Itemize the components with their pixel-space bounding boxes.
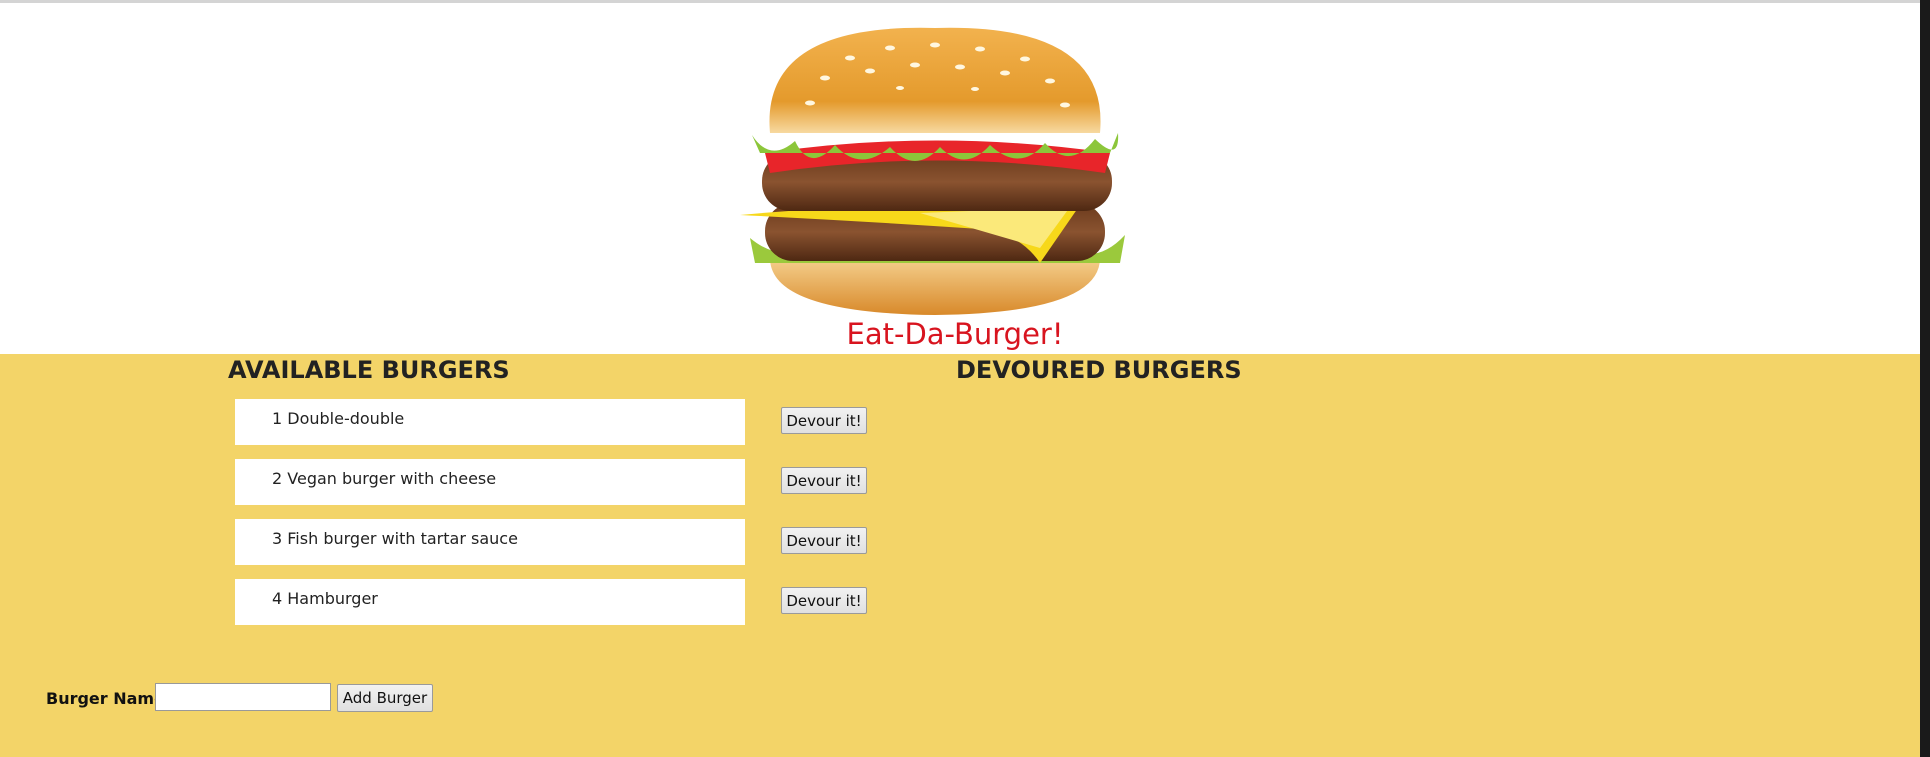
burger-label: 4 Hamburger [272,589,378,608]
burger-logo-icon [740,27,1125,315]
burger-label: 1 Double-double [272,409,405,428]
burger-name-input[interactable] [155,683,331,711]
burger-list-item: 1 Double-double [235,399,745,445]
devour-button[interactable]: Devour it! [781,587,867,614]
available-burgers-heading: AVAILABLE BURGERS [228,356,510,384]
devour-button[interactable]: Devour it! [781,407,867,434]
main-panel: AVAILABLE BURGERS DEVOURED BURGERS 1 Dou… [0,354,1920,757]
page-header: Eat-Da-Burger! [0,3,1920,354]
burger-list-item: 2 Vegan burger with cheese [235,459,745,505]
burger-name-label: Burger Name: [46,689,172,708]
burger-list-item: 4 Hamburger [235,579,745,625]
scrollbar[interactable] [1920,0,1930,757]
burger-label: 3 Fish burger with tartar sauce [272,529,518,548]
devoured-burgers-heading: DEVOURED BURGERS [956,356,1242,384]
add-burger-button[interactable]: Add Burger [337,684,433,712]
devour-button[interactable]: Devour it! [781,467,867,494]
devour-button[interactable]: Devour it! [781,527,867,554]
site-title: Eat-Da-Burger! [846,317,1064,351]
burger-list-item: 3 Fish burger with tartar sauce [235,519,745,565]
burger-label: 2 Vegan burger with cheese [272,469,497,488]
